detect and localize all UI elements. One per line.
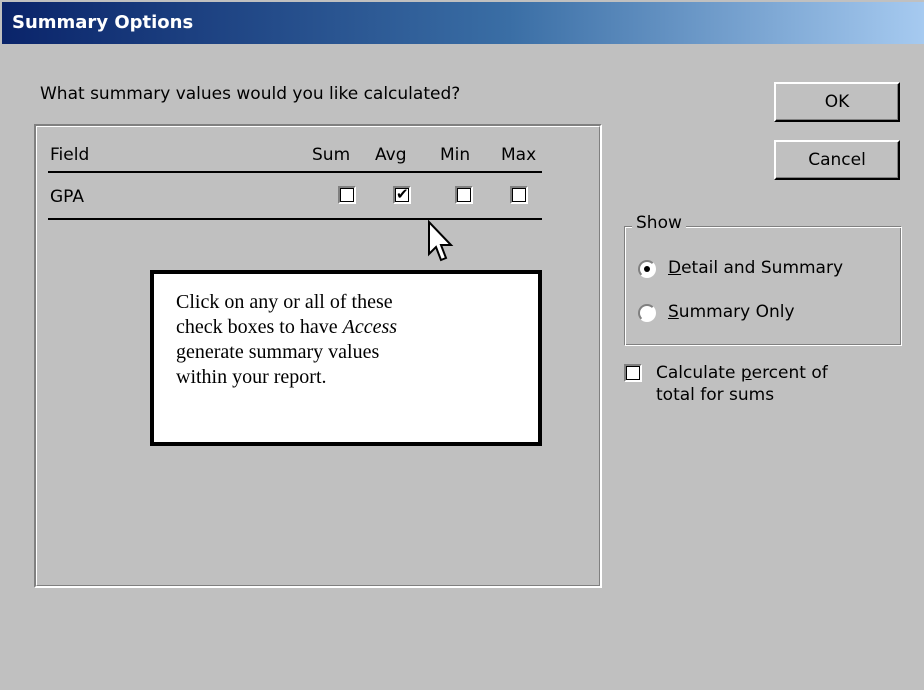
show-groupbox (624, 226, 902, 346)
row-divider (48, 218, 542, 220)
checkmark-icon: ✔ (396, 185, 409, 203)
radio-button[interactable] (638, 260, 656, 278)
radio-label-summary-only: Summary Only (668, 302, 795, 322)
cancel-button[interactable]: Cancel (774, 140, 900, 180)
column-header-field: Field (50, 145, 90, 165)
gpa-min-checkbox[interactable] (455, 186, 473, 204)
calculate-percent-label: Calculate percent of total for sums (656, 363, 828, 405)
instruction-callout: Click on any or all of these check boxes… (150, 270, 542, 446)
callout-line-4: within your report. (176, 366, 327, 388)
header-divider (48, 171, 542, 173)
radio-label-detail-and-summary: Detail and Summary (668, 258, 844, 278)
gpa-max-checkbox[interactable] (510, 186, 528, 204)
show-group-legend: Show (632, 213, 686, 233)
column-header-max: Max (501, 145, 537, 165)
callout-line-3: generate summary values (176, 341, 380, 363)
callout-line-2: check boxes to have Access (176, 316, 398, 338)
radio-button[interactable] (638, 304, 656, 322)
prompt-text: What summary values would you like calcu… (40, 84, 461, 104)
title-bar[interactable]: Summary Options (2, 2, 924, 44)
row-field-gpa: GPA (50, 187, 84, 207)
mouse-pointer-icon (428, 220, 454, 262)
ok-button[interactable]: OK (774, 82, 900, 122)
callout-line-1: Click on any or all of these (176, 291, 393, 313)
column-header-sum: Sum (312, 145, 351, 165)
column-header-avg: Avg (375, 145, 407, 165)
calculate-percent-checkbox[interactable] (624, 364, 642, 382)
gpa-sum-checkbox[interactable] (338, 186, 356, 204)
column-header-min: Min (440, 145, 471, 165)
gpa-avg-checkbox[interactable]: ✔ (393, 185, 411, 204)
summary-options-dialog: Summary Options What summary values woul… (0, 0, 924, 690)
window-title: Summary Options (12, 12, 194, 33)
